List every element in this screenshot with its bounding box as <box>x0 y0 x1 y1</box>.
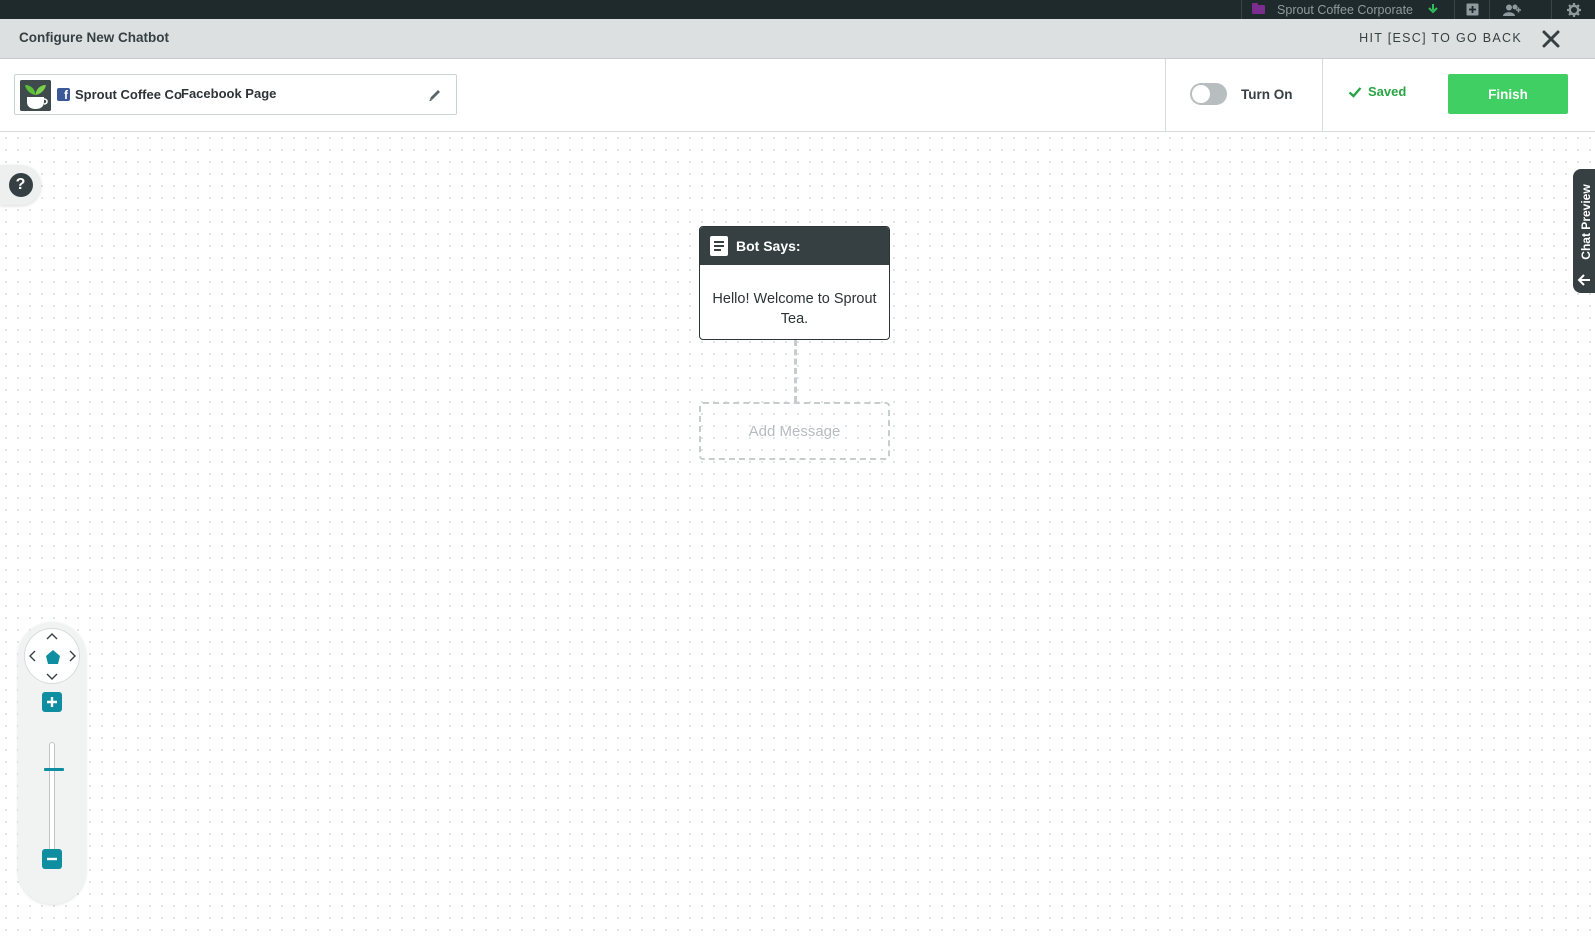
account-switcher[interactable]: Sprout Coffee Corporate <box>1241 0 1445 19</box>
saved-status: Saved <box>1348 84 1406 99</box>
facebook-page-selector[interactable]: f Sprout Coffee Co Facebook Page <box>14 74 457 115</box>
pan-control <box>24 628 80 684</box>
zoom-slider[interactable] <box>44 742 64 852</box>
help-icon: ? <box>8 173 33 197</box>
node-connector <box>794 340 797 402</box>
node-header: Bot Says: <box>700 227 889 265</box>
turn-on-toggle[interactable] <box>1190 83 1227 105</box>
header-bar: Configure New Chatbot HIT [ESC] TO GO BA… <box>0 19 1595 59</box>
zoom-in-button[interactable] <box>42 692 62 712</box>
esc-hint: HIT [ESC] TO GO BACK <box>1359 31 1522 45</box>
toolbar-divider <box>1322 59 1323 132</box>
zoom-out-button[interactable] <box>42 849 62 869</box>
checkmark-icon <box>1348 85 1362 99</box>
toolbar-divider <box>1165 59 1166 132</box>
top-nav-bar: Sprout Coffee Corporate <box>0 0 1595 19</box>
home-icon[interactable] <box>45 649 61 665</box>
pan-up-icon[interactable] <box>45 630 59 644</box>
help-button[interactable]: ? <box>0 165 41 205</box>
turn-on-control: Turn On <box>1190 83 1293 105</box>
add-message-button[interactable]: Add Message <box>699 402 890 460</box>
pencil-icon[interactable] <box>427 87 443 103</box>
close-icon[interactable] <box>1541 29 1561 49</box>
chatbot-toolbar: f Sprout Coffee Co Facebook Page Turn On… <box>0 59 1595 132</box>
account-name: Sprout Coffee Corporate <box>1277 2 1413 17</box>
chevron-down-icon[interactable] <box>1421 0 1445 19</box>
pan-left-icon[interactable] <box>26 649 40 663</box>
users-icon[interactable] <box>1489 0 1533 19</box>
saved-label: Saved <box>1368 84 1407 99</box>
finish-button[interactable]: Finish <box>1448 74 1568 114</box>
gear-icon[interactable] <box>1551 0 1595 19</box>
folder-icon <box>1252 3 1266 14</box>
page-avatar <box>20 80 51 111</box>
page-type: Facebook Page <box>181 86 277 101</box>
toggle-knob <box>1192 85 1210 103</box>
toggle-label: Turn On <box>1241 86 1293 102</box>
plus-icon <box>47 697 57 707</box>
node-title: Bot Says: <box>736 238 801 254</box>
pan-down-icon[interactable] <box>45 669 59 683</box>
message-icon <box>710 236 728 256</box>
facebook-icon: f <box>57 88 70 101</box>
node-message: Hello! Welcome to Sprout Tea. <box>712 291 877 327</box>
zoom-panel <box>18 622 86 904</box>
chat-preview-tab[interactable]: Chat Preview <box>1573 169 1595 293</box>
chat-preview-label: Chat Preview <box>1579 184 1593 260</box>
compose-icon[interactable] <box>1454 0 1490 19</box>
page-title: Configure New Chatbot <box>19 30 169 45</box>
zoom-slider-thumb[interactable] <box>44 768 64 771</box>
bot-says-node[interactable]: Bot Says: Hello! Welcome to Sprout Tea. <box>699 226 890 340</box>
arrow-left-icon <box>1576 272 1592 288</box>
minus-icon <box>47 857 57 861</box>
pan-right-icon[interactable] <box>65 649 79 663</box>
page-name: Sprout Coffee Co <box>75 87 182 102</box>
